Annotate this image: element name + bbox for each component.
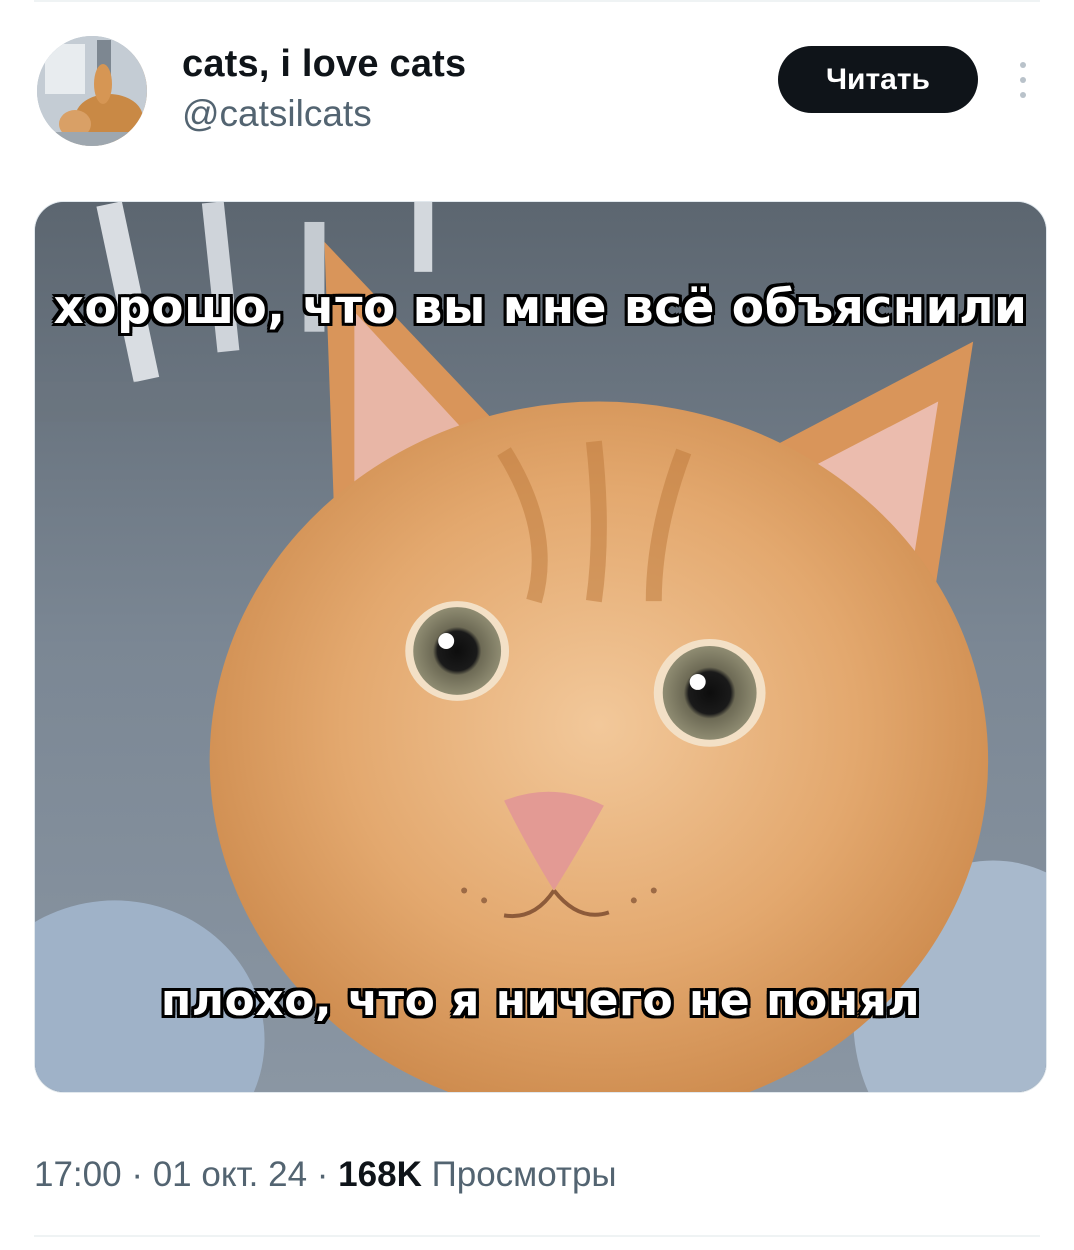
tweet-media-image[interactable]: хорошо, что вы мне всё объяснили плохо, …: [34, 201, 1047, 1093]
tweet-meta: 17:00 · 01 окт. 24 · 168K Просмотры: [34, 1153, 617, 1197]
more-dot: [1020, 77, 1026, 83]
more-dot: [1020, 62, 1026, 68]
more-dot: [1020, 92, 1026, 98]
more-vertical-icon[interactable]: [1008, 58, 1038, 102]
author-display-name[interactable]: cats, i love cats: [182, 42, 466, 86]
meta-separator: ·: [121, 1155, 153, 1194]
views-label: Просмотры: [421, 1155, 617, 1194]
views-count[interactable]: 168K: [338, 1155, 422, 1194]
author-handle[interactable]: @catsilcats: [182, 92, 466, 136]
follow-button[interactable]: Читать: [778, 46, 978, 113]
meme-caption-bottom: плохо, что я ничего не понял: [160, 975, 921, 1026]
cat-photo: [35, 202, 1046, 1092]
author-names: cats, i love cats @catsilcats: [182, 42, 466, 136]
bottom-divider: [34, 1235, 1040, 1237]
avatar-image: [37, 36, 147, 146]
meta-separator: ·: [307, 1155, 339, 1194]
tweet-time[interactable]: 17:00: [34, 1155, 122, 1194]
meme-caption-top: хорошо, что вы мне всё объяснили: [53, 280, 1028, 335]
top-divider: [34, 0, 1040, 2]
tweet-date[interactable]: 01 окт. 24: [153, 1155, 307, 1194]
avatar[interactable]: [37, 36, 147, 146]
